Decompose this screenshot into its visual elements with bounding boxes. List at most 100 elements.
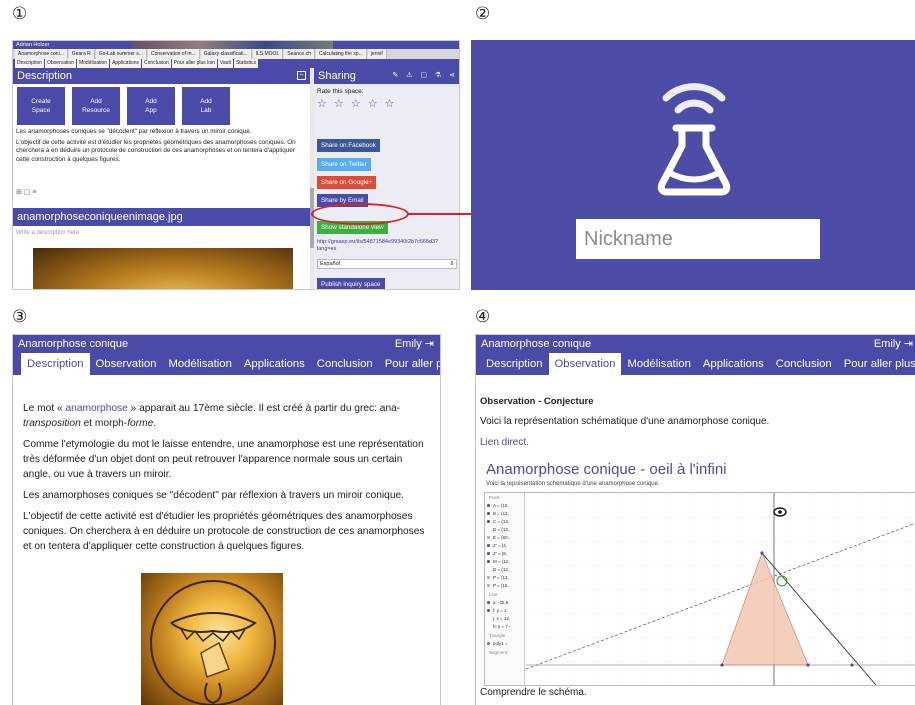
anamorphose-link[interactable]: anamorphose xyxy=(65,403,127,414)
add-resource-button[interactable]: Add Resource xyxy=(71,86,121,126)
share-facebook-button[interactable]: Share on Facebook xyxy=(317,139,380,152)
applet-caption: Comprendre le schéma. xyxy=(480,687,587,698)
space-tab[interactable]: Anamorphose coni... xyxy=(15,49,68,59)
logout-icon[interactable]: ⇥ xyxy=(425,338,434,350)
space-tab[interactable]: Geara R xyxy=(68,49,95,59)
phase-tab[interactable]: Description xyxy=(15,59,45,68)
language-value: Español xyxy=(320,261,340,267)
action-buttons: Create Space Add Resource Add App Add La… xyxy=(16,86,231,126)
phase-tab[interactable]: Modélisation xyxy=(76,59,110,68)
panel-description-view: Anamorphose conique Emily ⇥ Description … xyxy=(12,334,441,705)
anamorphose-photo xyxy=(141,573,283,705)
anamorphose-photo xyxy=(33,248,293,289)
file-title: anamorphoseconiqueenimage.jpg xyxy=(13,208,310,226)
space-tab[interactable]: Calculating the sp... xyxy=(315,49,367,59)
algebra-row[interactable]: E = (60, xyxy=(485,534,524,542)
share-twitter-button[interactable]: Share on Twitter xyxy=(317,158,371,171)
phase-tab[interactable]: Vault xyxy=(217,59,233,68)
chevron-down-icon: ⇕ xyxy=(449,261,454,267)
create-space-button[interactable]: Create Space xyxy=(16,86,66,126)
paragraph-objective: L'objectif de cette activité est d'étudi… xyxy=(23,511,425,552)
geogebra-applet[interactable]: Point A = (10, B = (12, C = (14, D = (13… xyxy=(484,492,915,686)
algebra-view: Point A = (10, B = (12, C = (14, D = (13… xyxy=(485,493,525,685)
algebra-row[interactable]: D = (13, xyxy=(485,526,524,534)
description-header: Description − xyxy=(13,68,310,84)
panel-space-editor: Adrian Holzer Anamorphose coni... Geara … xyxy=(12,40,460,290)
phase-tab[interactable]: Statistics xyxy=(233,59,258,68)
space-tab[interactable]: jennif xyxy=(367,49,387,59)
flask-logo-icon xyxy=(657,83,731,196)
algebra-row[interactable]: A = (10, xyxy=(485,502,524,510)
algebra-section: Point xyxy=(489,495,500,500)
algebra-row[interactable]: P = (13, xyxy=(485,574,524,582)
algebra-row[interactable]: D = (12, xyxy=(485,566,524,574)
description-pane: Description − Create Space Add Resource … xyxy=(13,68,310,289)
panel-number-4: ④ xyxy=(475,307,491,327)
direct-link[interactable]: Lien direct. xyxy=(480,436,915,450)
add-lab-button[interactable]: Add Lab xyxy=(181,86,231,126)
tab-modelisation[interactable]: Modélisation xyxy=(162,353,237,375)
space-tab[interactable]: Galaxy classificati... xyxy=(200,49,252,59)
description-text: Les anamorphoses coniques se "décodent" … xyxy=(16,128,306,164)
description-paragraph: Les anamorphoses coniques se "décodent" … xyxy=(16,128,252,135)
algebra-row[interactable]: j: x = 12, xyxy=(485,615,524,623)
algebra-row[interactable]: C = (14, xyxy=(485,518,524,526)
tab-observation[interactable]: Observation xyxy=(548,353,622,375)
panel-observation-view: Anamorphose conique Emily ⇥ Description … xyxy=(475,334,915,705)
paragraph-definition: Comme l'etymologie du mot le laisse ente… xyxy=(23,439,424,480)
description-paragraph: L'objectif de cette activité est d'étudi… xyxy=(16,138,296,163)
algebra-row[interactable]: poly1 = xyxy=(485,640,524,648)
algebra-row[interactable]: M = (12, xyxy=(485,558,524,566)
phase-tabs: Description Observation Modélisation App… xyxy=(13,353,440,375)
panel-standalone-login: Nickname xyxy=(471,40,915,290)
tab-conclusion[interactable]: Conclusion xyxy=(770,353,838,375)
phase-tab[interactable]: Conclusion xyxy=(142,59,171,68)
tab-observation[interactable]: Observation xyxy=(90,353,163,375)
tab-further[interactable]: Pour aller plus lo xyxy=(379,353,440,375)
tab-modelisation[interactable]: Modélisation xyxy=(621,353,696,375)
space-tab[interactable]: Go-Lab summer s... xyxy=(95,49,147,59)
language-select[interactable]: Español ⇕ xyxy=(317,259,457,269)
app-header: Anamorphose conique Emily ⇥ xyxy=(13,335,440,353)
phase-tab[interactable]: Pour aller plus loin xyxy=(171,59,217,68)
publish-button[interactable]: Publish inquiry space xyxy=(317,278,385,289)
tab-further[interactable]: Pour aller plus lo xyxy=(838,353,915,375)
standalone-link[interactable]: http://graasp.eu/ils/54871584e99340t2b7c… xyxy=(317,239,457,252)
highlight-ellipse xyxy=(311,203,409,225)
tab-applications[interactable]: Applications xyxy=(238,353,311,375)
algebra-row[interactable]: P = (16, xyxy=(485,582,524,590)
description-title: Description xyxy=(17,70,73,82)
share-google-button[interactable]: Share on Google+ xyxy=(317,176,377,189)
algebra-row[interactable]: a: -25.9 xyxy=(485,599,524,607)
space-tab[interactable]: ILS MOOL xyxy=(252,49,284,59)
tab-applications[interactable]: Applications xyxy=(697,353,770,375)
nickname-input[interactable]: Nickname xyxy=(576,219,820,259)
tab-conclusion[interactable]: Conclusion xyxy=(311,353,379,375)
algebra-row[interactable]: Z' = (8, xyxy=(485,550,524,558)
tab-description[interactable]: Description xyxy=(21,353,90,375)
star-rating[interactable]: ☆ ☆ ☆ ☆ ☆ xyxy=(317,97,397,110)
phase-tab[interactable]: Observation xyxy=(45,59,76,68)
user-menu[interactable]: Emily ⇥ xyxy=(395,335,434,353)
algebra-row[interactable]: B = (12, xyxy=(485,510,524,518)
algebra-row[interactable]: Z' = (4, xyxy=(485,542,524,550)
file-description-input[interactable]: Write a description here xyxy=(16,230,79,236)
sharing-tool-icons[interactable]: ✎ ⚠ ▢ ⚗ ⋖ xyxy=(392,68,458,84)
user-menu[interactable]: Emily ⇥ xyxy=(874,335,913,353)
algebra-row[interactable]: f: y = 1 xyxy=(485,607,524,615)
phase-tab[interactable]: Applications xyxy=(110,59,142,68)
algebra-row[interactable]: h: y = 7 - xyxy=(485,623,524,631)
space-tab[interactable]: Seance.ch xyxy=(284,49,315,59)
logout-icon[interactable]: ⇥ xyxy=(904,338,913,350)
graphics-view[interactable] xyxy=(526,493,915,685)
minimize-icon[interactable]: − xyxy=(297,71,306,80)
observation-content: Observation - Conjecture Voici la représ… xyxy=(476,375,915,450)
rate-label: Rate this space: xyxy=(317,88,364,95)
add-app-button[interactable]: Add App xyxy=(126,86,176,126)
panel-number-3: ③ xyxy=(12,307,28,327)
panel-number-1: ① xyxy=(12,4,28,24)
phase-tabs: Description Observation Modélisation App… xyxy=(13,59,459,68)
view-mode-icons[interactable]: ⊞ ▢ ≡ xyxy=(16,188,36,196)
space-tab[interactable]: Conservation of m... xyxy=(147,49,200,59)
tab-description[interactable]: Description xyxy=(480,353,549,375)
